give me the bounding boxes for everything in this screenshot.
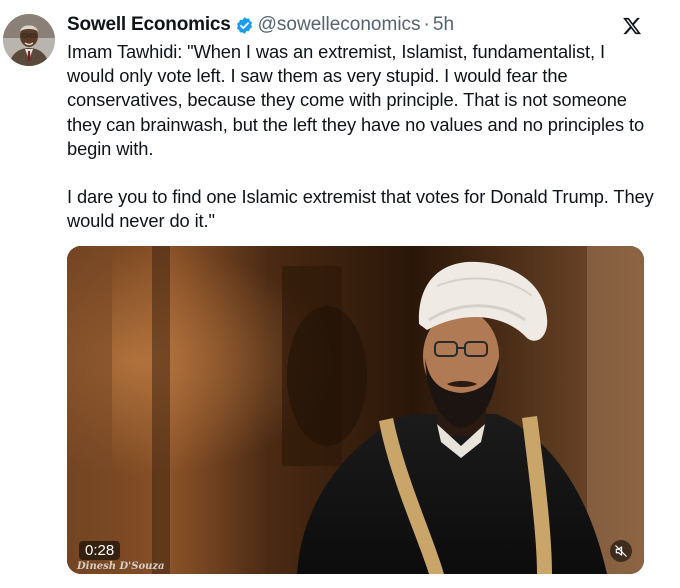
video-timecode: 0:28 — [79, 541, 121, 560]
post-text: Imam Tawhidi: "When I was an extremist, … — [67, 41, 654, 232]
post-time[interactable]: 5h — [433, 14, 454, 36]
separator-dot: · — [423, 14, 430, 35]
author-name[interactable]: Sowell Economics — [67, 14, 231, 36]
verified-badge-icon — [235, 16, 254, 35]
avatar-image — [3, 14, 55, 66]
video-watermark: Dinesh D'Souza — [77, 561, 165, 572]
post-header: Sowell Economics @sowelleconomics · 5h — [67, 14, 454, 36]
avatar[interactable] — [3, 14, 55, 66]
video-player[interactable]: 0:28 Dinesh D'Souza — [67, 246, 644, 574]
x-logo-icon[interactable] — [622, 16, 642, 36]
author-handle[interactable]: @sowelleconomics — [258, 14, 421, 36]
video-frame — [67, 246, 644, 574]
mute-icon[interactable] — [610, 540, 632, 562]
tweet[interactable]: Sowell Economics @sowelleconomics · 5h I… — [0, 0, 680, 588]
